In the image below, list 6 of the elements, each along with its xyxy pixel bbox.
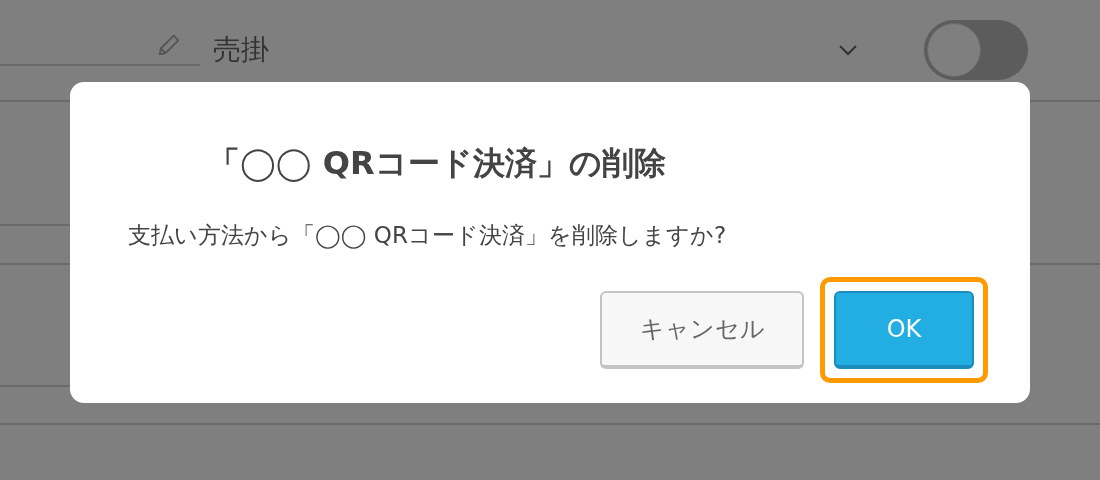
dialog-title: 「◯◯ QRコード決済」の削除 (208, 143, 667, 184)
field-value: 売掛 (213, 32, 269, 68)
cancel-button[interactable]: キャンセル (600, 291, 804, 369)
chevron-down-icon[interactable] (838, 44, 858, 56)
toggle-switch[interactable] (924, 20, 1028, 80)
dialog-message: 支払い方法から「◯◯ QRコード決済」を削除しますか? (128, 221, 728, 251)
